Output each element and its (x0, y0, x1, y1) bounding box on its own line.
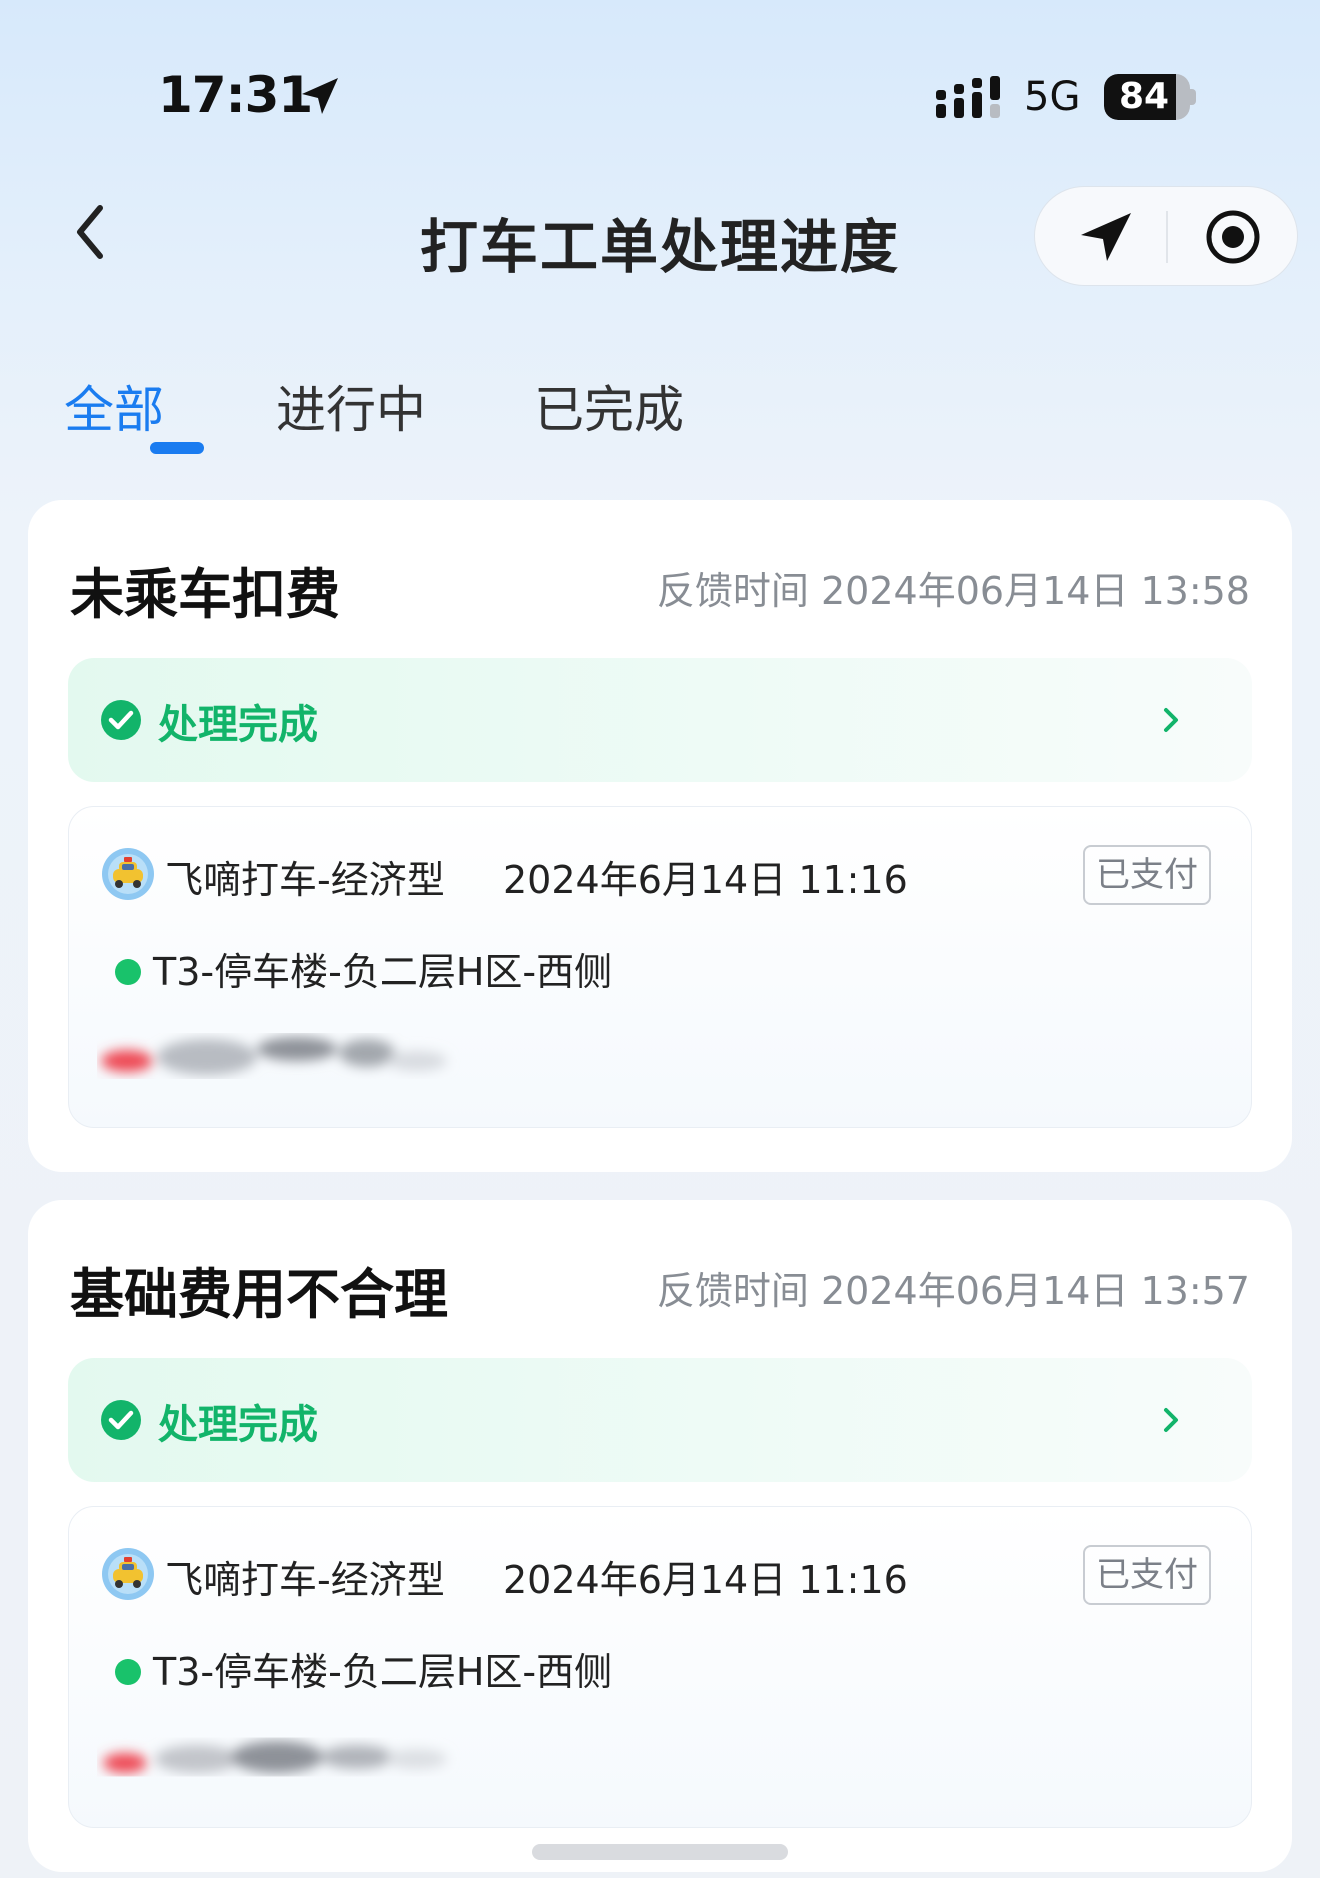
battery-indicator: 84 (1104, 74, 1196, 120)
order-service-type: 飞嘀打车-经济型 (165, 858, 445, 902)
pickup-dot (115, 959, 141, 985)
network-type: 5G (1024, 74, 1081, 120)
check-circle-icon (101, 1400, 141, 1440)
ticket-title: 未乘车扣费 (70, 563, 340, 626)
tab-all[interactable]: 全部 (64, 370, 164, 442)
pickup-location: T3-停车楼-负二层H区-西侧 (153, 1650, 613, 1694)
signal-bars-icon (936, 76, 1000, 118)
ticket-status-label: 处理完成 (158, 702, 318, 748)
ticket-title: 基础费用不合理 (70, 1263, 448, 1326)
battery-percent: 84 (1118, 76, 1170, 117)
ticket-card[interactable]: 未乘车扣费 反馈时间 2024年06月14日 13:58 处理完成 飞嘀打车-经… (28, 500, 1292, 1172)
taxi-car-icon (102, 848, 154, 900)
ticket-status-row[interactable]: 处理完成 (68, 1358, 1252, 1482)
chevron-right-icon (1164, 708, 1178, 732)
taxi-car-icon (102, 1548, 154, 1600)
mini-program-capsule (1034, 186, 1298, 286)
home-indicator (532, 1844, 788, 1860)
redacted-destination (103, 1741, 447, 1773)
tab-in-progress[interactable]: 进行中 (276, 370, 426, 442)
redacted-destination (101, 1037, 447, 1075)
navigation-arrow-icon[interactable] (1075, 207, 1139, 267)
order-service-type: 飞嘀打车-经济型 (165, 1558, 445, 1602)
paid-badge: 已支付 (1083, 845, 1211, 905)
pickup-dot (115, 1659, 141, 1685)
record-circle-icon[interactable] (1203, 207, 1263, 267)
location-arrow-icon (302, 78, 338, 114)
capsule-divider (1166, 211, 1168, 263)
ticket-status-label: 处理完成 (158, 1402, 318, 1448)
active-tab-indicator (150, 442, 204, 454)
tab-completed[interactable]: 已完成 (534, 370, 684, 442)
feedback-time: 反馈时间 2024年06月14日 13:57 (656, 1269, 1250, 1313)
order-time: 2024年6月14日 11:16 (503, 858, 908, 902)
check-circle-icon (101, 700, 141, 740)
order-summary[interactable]: 飞嘀打车-经济型 2024年6月14日 11:16 已支付 T3-停车楼-负二层… (68, 1506, 1252, 1828)
paid-badge: 已支付 (1083, 1545, 1211, 1605)
pickup-location: T3-停车楼-负二层H区-西侧 (153, 950, 613, 994)
status-time: 17:31 (158, 66, 313, 124)
chevron-right-icon (1164, 1408, 1178, 1432)
feedback-time: 反馈时间 2024年06月14日 13:58 (656, 569, 1250, 613)
ticket-status-row[interactable]: 处理完成 (68, 658, 1252, 782)
order-time: 2024年6月14日 11:16 (503, 1558, 908, 1602)
order-summary[interactable]: 飞嘀打车-经济型 2024年6月14日 11:16 已支付 T3-停车楼-负二层… (68, 806, 1252, 1128)
tab-bar: 全部 进行中 已完成 (64, 370, 1264, 460)
status-bar: 17:31 5G 84 (0, 0, 1320, 150)
ticket-card[interactable]: 基础费用不合理 反馈时间 2024年06月14日 13:57 处理完成 飞嘀打车… (28, 1200, 1292, 1872)
